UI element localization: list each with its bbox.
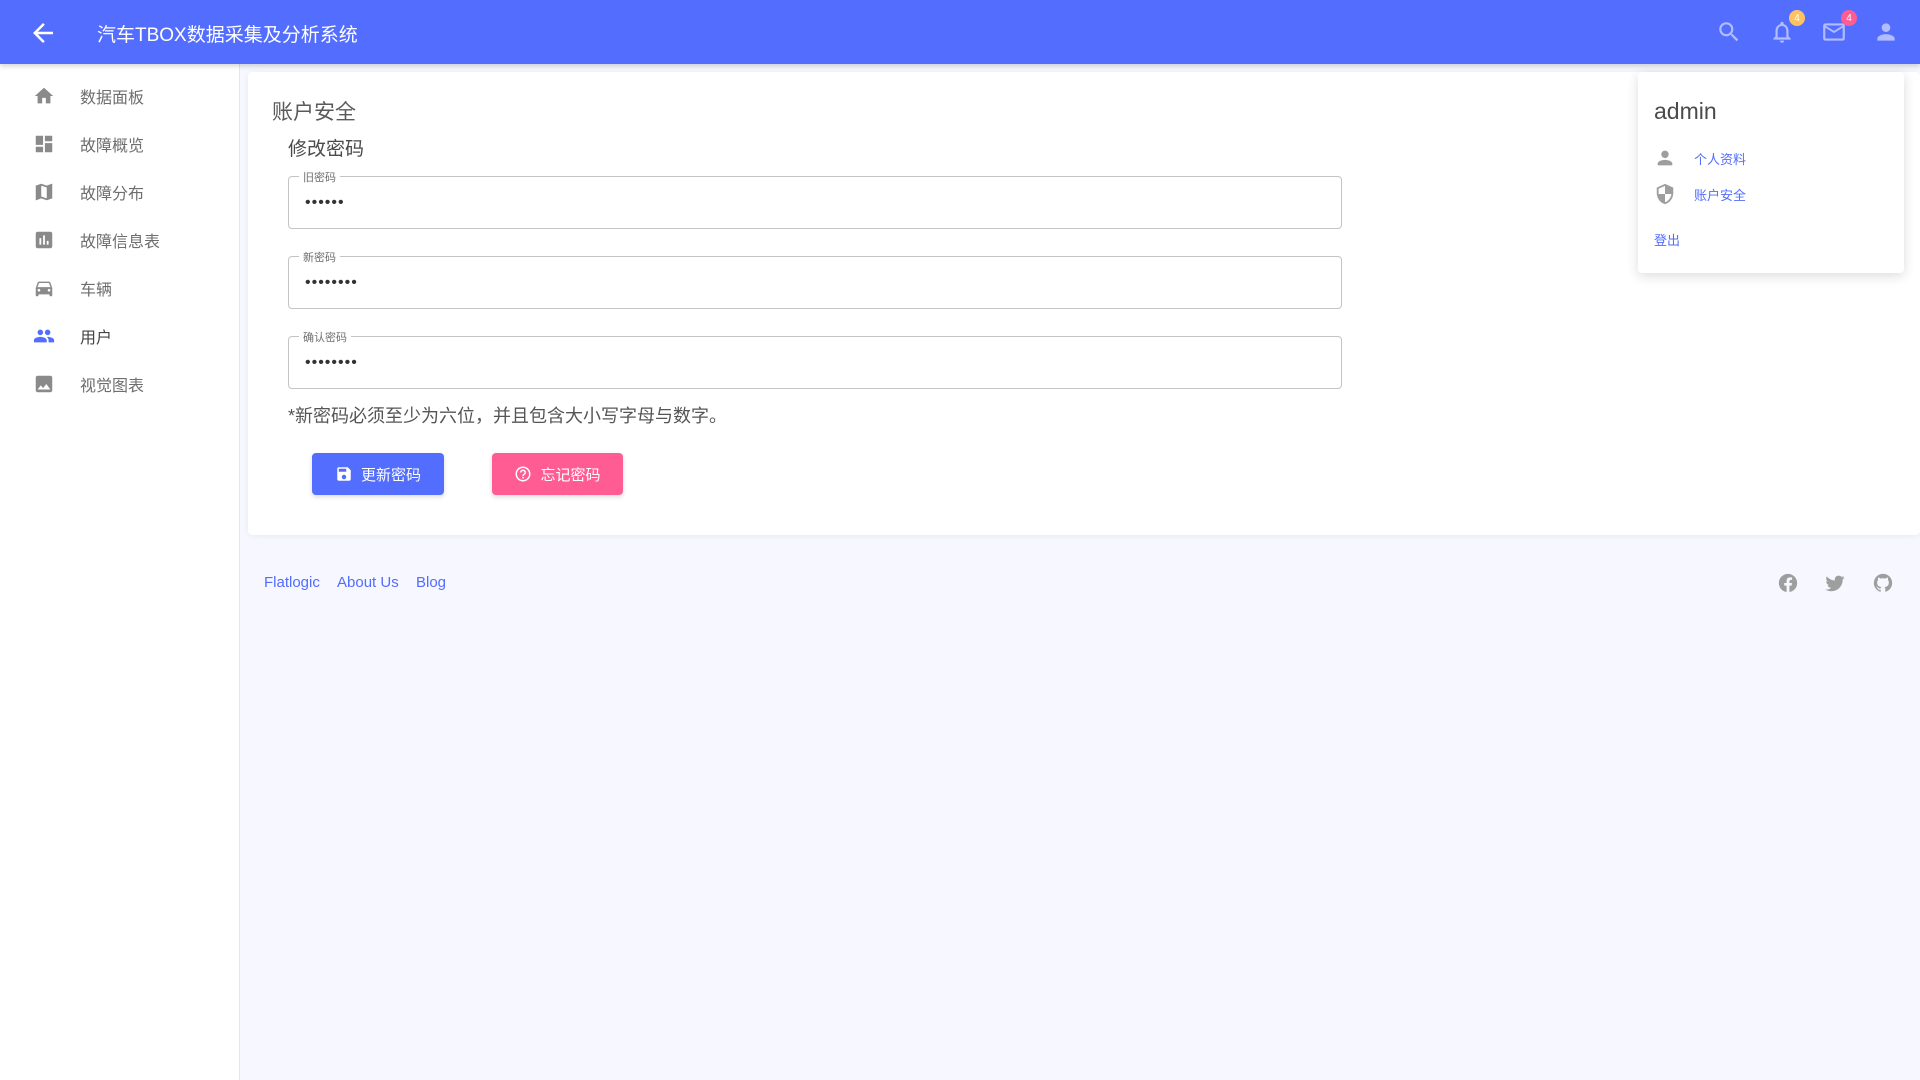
page-title: 账户安全 [272,101,356,124]
update-password-label: 更新密码 [360,466,421,484]
new-password-label: 新密码 [299,249,340,265]
footer-link-about[interactable]: About Us [337,574,399,591]
sidebar-item-label: 车辆 [80,282,113,299]
image-icon [35,375,53,393]
car-icon [35,281,53,297]
dashboard-icon [35,135,53,153]
notifications-button[interactable]: 4 [1769,10,1805,45]
confirm-password-input[interactable] [303,351,1317,375]
bar-chart-icon [35,231,53,249]
menu-item-profile-label: 个人资料 [1694,151,1747,167]
forgot-password-label: 忘记密码 [540,466,601,484]
app-title: 汽车TBOX数据采集及分析系统 [97,25,358,46]
sidebar-item-vehicles[interactable]: 车辆 [0,264,239,312]
forgot-password-button[interactable]: 忘记密码 [492,453,623,495]
sidebar-item-fault-overview[interactable]: 故障概览 [0,120,239,168]
sidebar-item-users[interactable]: 用户 [0,312,239,360]
twitter-icon[interactable] [1824,572,1846,594]
confirm-password-label: 确认密码 [299,329,351,345]
back-arrow-icon[interactable] [28,18,58,48]
profile-name: admin [1654,98,1717,124]
sidebar-item-fault-table[interactable]: 故障信息表 [0,216,239,264]
github-icon[interactable] [1872,572,1894,594]
footer-link-blog[interactable]: Blog [416,574,446,591]
menu-item-account-security-label: 账户安全 [1694,187,1747,203]
app-bar: 汽车TBOX数据采集及分析系统 4 4 [0,0,1920,64]
shield-icon [1656,183,1674,205]
sidebar-item-label: 视觉图表 [80,378,145,395]
sidebar-item-visual-charts[interactable]: 视觉图表 [0,360,239,408]
person-icon [1657,150,1673,166]
password-hint: *新密码必须至少为六位，并且包含大小写字母与数字。 [288,406,728,426]
new-password-field: 新密码 [288,249,1342,309]
sidebar-item-fault-distribution[interactable]: 故障分布 [0,168,239,216]
new-password-input[interactable] [303,271,1317,295]
sidebar-item-label: 用户 [80,330,113,347]
sidebar-item-label: 数据面板 [80,90,145,107]
notifications-badge: 4 [1789,10,1805,26]
map-icon [35,183,53,201]
menu-item-profile[interactable]: 个人资料 [1654,144,1746,172]
home-icon [34,87,54,104]
search-icon[interactable] [1716,19,1742,45]
people-icon [33,329,55,343]
menu-item-account-security[interactable]: 账户安全 [1654,180,1746,208]
messages-badge: 4 [1841,10,1857,26]
sidebar-item-label: 故障分布 [80,186,145,203]
update-password-button[interactable]: 更新密码 [312,453,444,495]
footer-link-flatlogic[interactable]: Flatlogic [264,574,320,591]
logout-link[interactable]: 登出 [1654,230,1680,249]
facebook-icon[interactable] [1777,572,1799,594]
old-password-label: 旧密码 [299,169,340,185]
messages-button[interactable]: 4 [1821,10,1857,45]
sidebar-item-label: 故障信息表 [80,234,161,251]
confirm-password-field: 确认密码 [288,329,1342,389]
save-icon [337,467,351,481]
sidebar: 数据面板 故障概览 故障分布 故障信息表 车辆 用户 视觉图表 [0,64,240,1080]
account-icon[interactable] [1873,19,1899,45]
old-password-field: 旧密码 [288,169,1342,229]
sidebar-item-label: 故障概览 [80,138,145,155]
old-password-input[interactable] [303,191,1317,215]
sidebar-item-dashboard[interactable]: 数据面板 [0,72,239,120]
help-circle-icon [515,466,531,482]
profile-menu: admin 个人资料 账户安全 登出 [1638,72,1904,273]
section-title: 修改密码 [288,139,365,160]
